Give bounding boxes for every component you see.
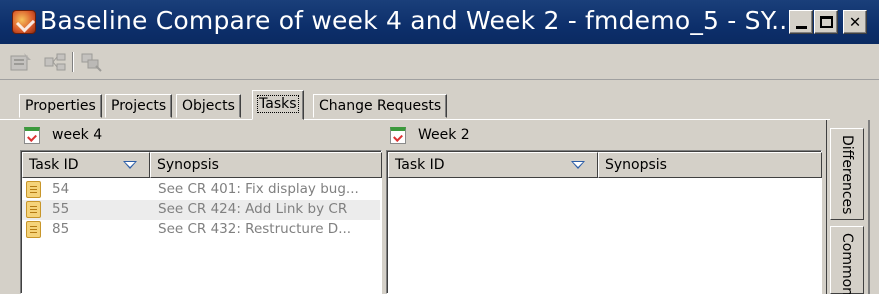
column-label: Synopsis — [157, 157, 219, 173]
tab-divider — [0, 119, 830, 120]
tab-properties[interactable]: Properties — [19, 94, 102, 118]
column-label: Synopsis — [605, 157, 667, 173]
baseline-pane-right: Week 2 Task ID Synopsis — [386, 122, 822, 294]
tasks-panel: week 4 Task ID Synopsis 54 See CR 401: F… — [14, 122, 826, 294]
window-edge — [868, 120, 870, 294]
table-row[interactable]: 55 See CR 424: Add Link by CR — [22, 200, 380, 220]
sort-descending-icon — [123, 161, 137, 169]
side-tab-label: Differences — [839, 135, 855, 215]
table-header: Task ID Synopsis — [22, 152, 382, 178]
column-header-task-id[interactable]: Task ID — [22, 152, 150, 178]
tab-projects[interactable]: Projects — [105, 94, 173, 118]
table-row[interactable]: 54 See CR 401: Fix display bug... — [22, 180, 380, 200]
tab-label: Properties — [25, 98, 96, 114]
task-table[interactable]: Task ID Synopsis — [386, 150, 822, 294]
minimize-button[interactable] — [789, 10, 813, 34]
pane-header: Week 2 — [386, 122, 822, 148]
task-synopsis: See CR 401: Fix display bug... — [158, 181, 359, 197]
minimize-icon — [795, 25, 807, 29]
title-bar[interactable]: Baseline Compare of week 4 and Week 2 - … — [0, 0, 879, 44]
toolbar-separator — [72, 52, 74, 72]
task-id: 85 — [52, 221, 70, 237]
close-icon: ✕ — [849, 11, 861, 32]
task-synopsis: See CR 432: Restructure D... — [158, 221, 352, 237]
tab-change-requests[interactable]: Change Requests — [313, 94, 448, 118]
tab-label: Tasks — [257, 95, 299, 113]
column-header-task-id[interactable]: Task ID — [388, 152, 598, 178]
close-button[interactable]: ✕ — [843, 10, 867, 34]
maximize-icon — [819, 16, 833, 28]
side-tab-differences[interactable]: Differences — [830, 128, 864, 220]
properties-icon[interactable] — [10, 52, 32, 72]
maximize-button[interactable] — [814, 10, 838, 34]
tab-objects[interactable]: Objects — [176, 94, 241, 118]
task-note-icon — [26, 201, 41, 218]
app-icon — [12, 10, 36, 34]
column-label: Task ID — [395, 157, 445, 173]
task-id: 55 — [52, 201, 70, 217]
table-row[interactable]: 85 See CR 432: Restructure D... — [22, 220, 380, 240]
compare-icon[interactable] — [44, 52, 66, 72]
pane-header: week 4 — [20, 122, 382, 148]
toolbar — [0, 46, 879, 80]
pane-title: Week 2 — [418, 127, 470, 143]
side-tab-label: Common — [839, 233, 855, 294]
task-id: 54 — [52, 181, 70, 197]
task-note-icon — [26, 181, 41, 198]
column-header-synopsis[interactable]: Synopsis — [598, 152, 822, 178]
task-table[interactable]: Task ID Synopsis 54 See CR 401: Fix disp… — [20, 150, 382, 294]
table-header: Task ID Synopsis — [388, 152, 822, 178]
sort-descending-icon — [571, 161, 585, 169]
task-icon — [24, 126, 40, 144]
baseline-pane-left: week 4 Task ID Synopsis 54 See CR 401: F… — [20, 122, 382, 294]
column-header-synopsis[interactable]: Synopsis — [150, 152, 382, 178]
tab-label: Projects — [111, 98, 167, 114]
side-tab-common[interactable]: Common — [830, 226, 864, 294]
tab-label: Objects — [182, 98, 235, 114]
task-icon — [390, 126, 406, 144]
window-title: Baseline Compare of week 4 and Week 2 - … — [40, 6, 790, 35]
show-differences-icon[interactable] — [80, 52, 102, 72]
tab-tasks[interactable]: Tasks — [252, 90, 304, 120]
task-note-icon — [26, 221, 41, 238]
task-synopsis: See CR 424: Add Link by CR — [158, 201, 348, 217]
tab-label: Change Requests — [319, 98, 442, 114]
pane-title: week 4 — [52, 127, 103, 143]
tab-bar: Properties Projects Objects Tasks Change… — [0, 88, 879, 120]
column-label: Task ID — [29, 157, 79, 173]
